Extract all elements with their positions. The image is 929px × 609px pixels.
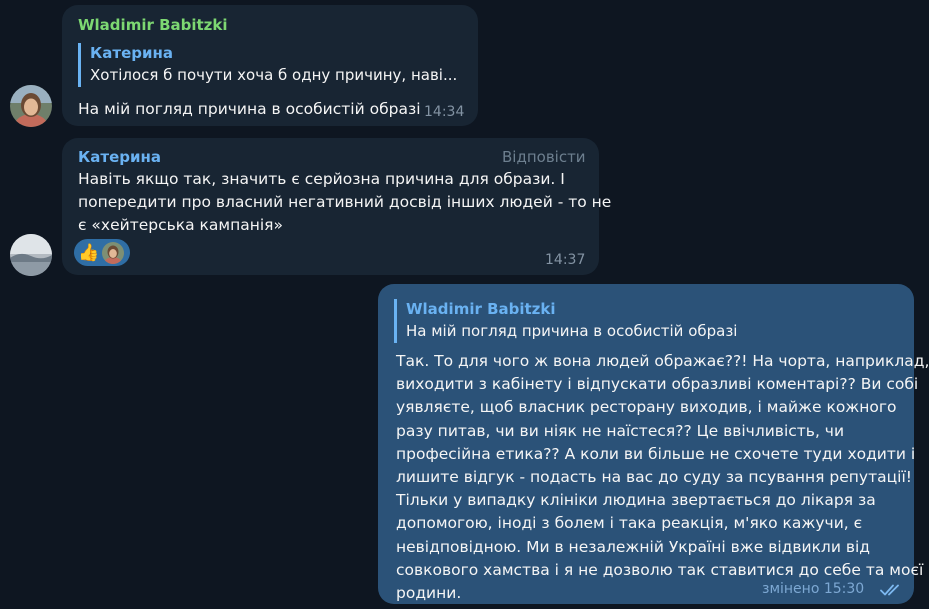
text-line: совкового хамства і я не дозволю так ста… [396, 560, 924, 579]
sender-avatar[interactable] [10, 85, 52, 127]
text-line: допомогою, іноді з болем і така реакція,… [396, 514, 863, 533]
sender-avatar[interactable] [10, 234, 52, 276]
user-photo-icon [10, 85, 52, 127]
text-line: Навіть якщо так, значить є серйозна прич… [78, 170, 565, 188]
message-time: 14:34 [424, 104, 465, 120]
reply-text: На мій погляд причина в особистій образі [406, 322, 738, 340]
reply-author: Wladimir Babitzki [406, 300, 556, 318]
text-line: Так. То для чого ж вона людей ображає??!… [396, 352, 929, 370]
text-line: невідповідною. Ми в незалежній Україні в… [396, 537, 870, 556]
thumbs-up-icon: 👍 [78, 242, 100, 263]
landscape-photo-icon [10, 234, 52, 276]
message-time: 14:37 [545, 252, 586, 268]
reply-quote[interactable]: Катерина Хотілося б почути хоча б одну п… [78, 43, 458, 87]
text-line: виходити з кабінету і відпускати образли… [396, 375, 919, 394]
reactor-avatar [102, 241, 125, 264]
text-line: професійна етика?? А коли ви більше не с… [396, 444, 916, 463]
text-line: уявляєте, щоб власник ресторану виходив,… [396, 398, 897, 417]
double-check-icon [880, 584, 899, 596]
reply-link[interactable]: Відповісти [502, 148, 586, 166]
message-text: На мій погляд причина в особистій образі [78, 100, 421, 118]
message-text: Так. То для чого ж вона людей ображає??!… [396, 350, 929, 605]
sender-name[interactable]: Катерина [78, 148, 161, 166]
text-line: разу питав, чи ви ніяк не наїстеся?? Це … [396, 421, 845, 440]
reply-quote[interactable]: Wladimir Babitzki На мій погляд причина … [394, 299, 894, 343]
message-status: змінено 15:30 [762, 581, 865, 597]
reaction-chip[interactable]: 👍 [74, 239, 130, 266]
text-line: Тільки у випадку клініки людина звертаєт… [396, 491, 876, 510]
message-text: Навіть якщо так, значить є серйозна прич… [78, 168, 612, 238]
text-line: є «хейтерська кампанія» [78, 216, 283, 235]
message-bubble-outgoing[interactable]: Wladimir Babitzki На мій погляд причина … [378, 284, 929, 605]
reply-author: Катерина [90, 44, 173, 62]
reply-text: Хотілося б почути хоча б одну причину, н… [90, 66, 458, 84]
message-bubble[interactable]: Wladimir Babitzki Катерина Хотілося б по… [62, 5, 478, 126]
text-line: попередити про власний негативний досвід… [78, 193, 612, 212]
text-line: лишите відгук - подасть на вас до суду з… [396, 468, 912, 487]
sender-name[interactable]: Wladimir Babitzki [78, 16, 228, 34]
message-bubble[interactable]: Катерина Відповісти Навіть якщо так, зна… [62, 138, 612, 275]
user-photo-icon [102, 241, 125, 264]
